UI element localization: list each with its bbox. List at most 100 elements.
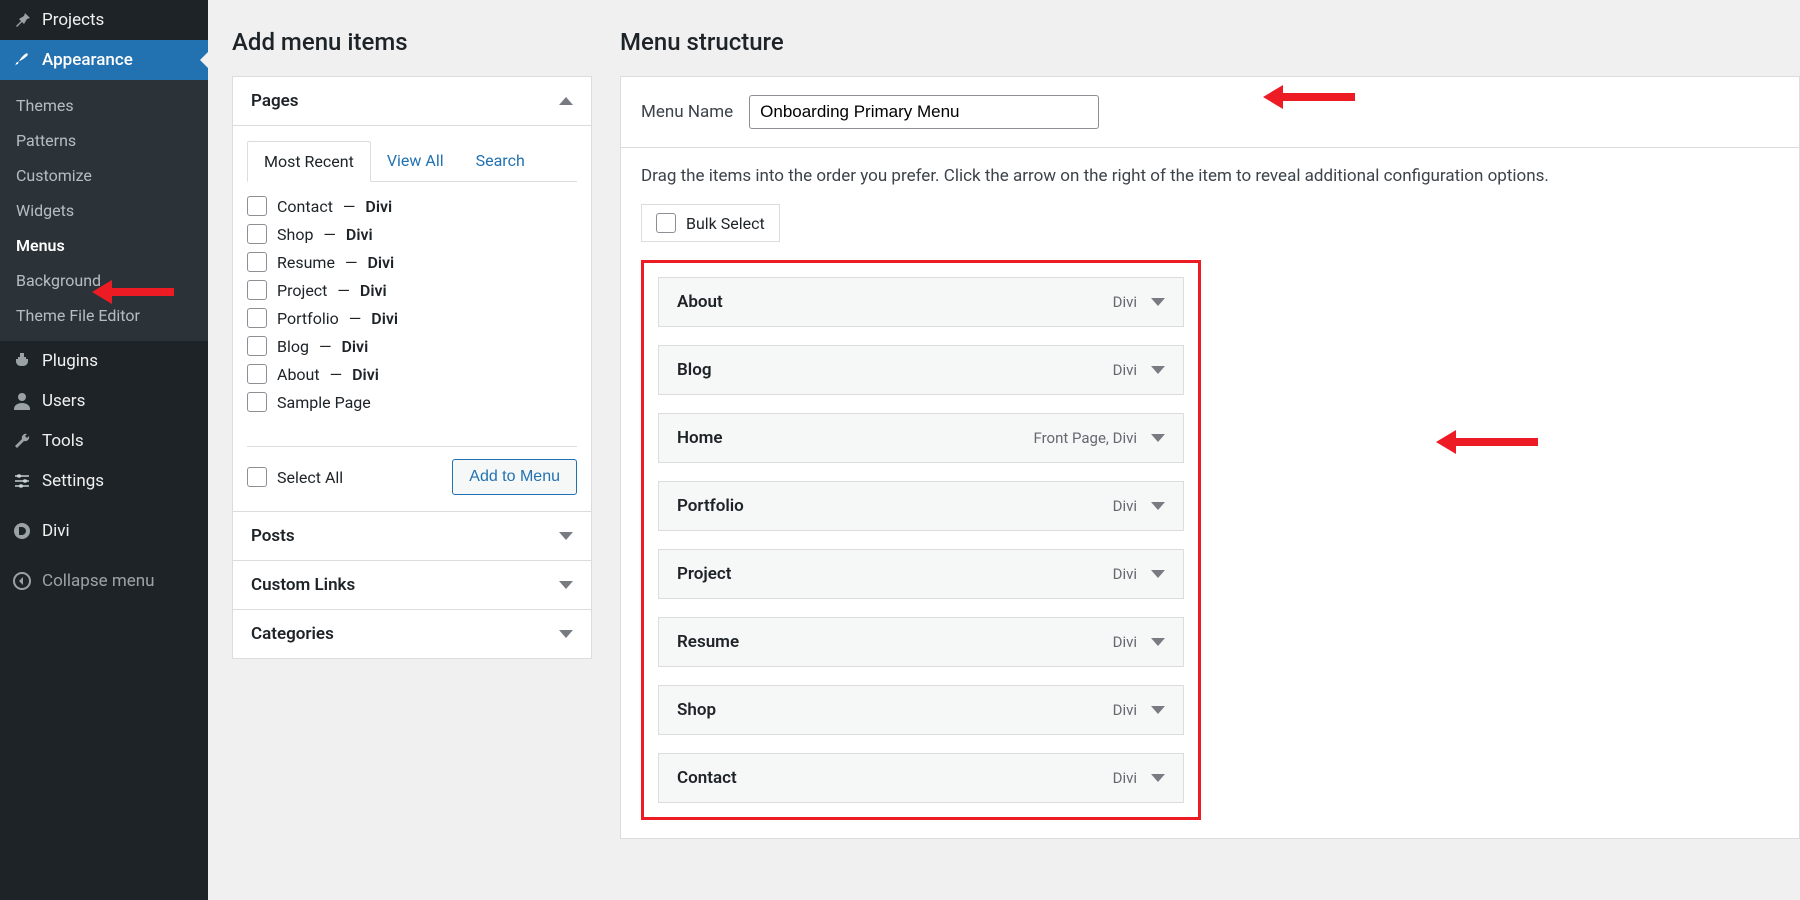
page-item-name: Contact bbox=[277, 197, 333, 216]
page-item-suffix: Divi bbox=[352, 365, 379, 384]
sidebar-item-background[interactable]: Background bbox=[0, 263, 208, 298]
menu-item-row[interactable]: ProjectDivi bbox=[658, 549, 1184, 599]
page-item-suffix: Divi bbox=[367, 253, 394, 272]
page-item-suffix: Divi bbox=[365, 197, 392, 216]
page-item-name: Shop bbox=[277, 225, 313, 244]
sidebar-item-label: Divi bbox=[42, 521, 70, 541]
sidebar-item-menus[interactable]: Menus bbox=[0, 228, 208, 263]
bulk-select-label: Bulk Select bbox=[686, 214, 765, 233]
menu-item-row[interactable]: ResumeDivi bbox=[658, 617, 1184, 667]
page-checklist-item[interactable]: Contact — Divi bbox=[247, 192, 571, 220]
page-checklist-item[interactable]: Shop — Divi bbox=[247, 220, 571, 248]
sidebar-item-customize[interactable]: Customize bbox=[0, 158, 208, 193]
page-checkbox[interactable] bbox=[247, 336, 267, 356]
sidebar-item-divi[interactable]: Divi bbox=[0, 511, 208, 551]
sidebar-item-theme-file-editor[interactable]: Theme File Editor bbox=[0, 298, 208, 333]
main-content: Add menu items Pages Most Recent View Al… bbox=[208, 0, 1800, 900]
expand-menu-item-icon[interactable] bbox=[1151, 298, 1165, 306]
page-item-name: Resume bbox=[277, 253, 335, 272]
page-checkbox[interactable] bbox=[247, 196, 267, 216]
page-checkbox[interactable] bbox=[247, 252, 267, 272]
page-checklist-item[interactable]: About — Divi bbox=[247, 360, 571, 388]
sidebar-item-label: Appearance bbox=[42, 50, 133, 70]
page-checkbox[interactable] bbox=[247, 280, 267, 300]
page-checkbox[interactable] bbox=[247, 392, 267, 412]
sidebar-item-tools[interactable]: Tools bbox=[0, 421, 208, 461]
menu-structure-panel: Menu Name Drag the items into the order … bbox=[620, 76, 1800, 839]
sidebar-item-widgets[interactable]: Widgets bbox=[0, 193, 208, 228]
menu-item-type: Divi bbox=[1113, 361, 1137, 379]
add-menu-items-column: Add menu items Pages Most Recent View Al… bbox=[232, 18, 592, 900]
expand-menu-item-icon[interactable] bbox=[1151, 638, 1165, 646]
collapse-menu-button[interactable]: Collapse menu bbox=[0, 561, 208, 601]
sidebar-item-themes[interactable]: Themes bbox=[0, 88, 208, 123]
page-checkbox[interactable] bbox=[247, 308, 267, 328]
chevron-down-icon bbox=[559, 532, 573, 540]
metabox-categories-toggle[interactable]: Categories bbox=[233, 610, 591, 658]
sidebar-item-label: Users bbox=[42, 391, 85, 411]
metabox-title: Custom Links bbox=[251, 575, 355, 595]
sidebar-item-plugins[interactable]: Plugins bbox=[0, 341, 208, 381]
page-item-name: Blog bbox=[277, 337, 309, 356]
sidebar-item-settings[interactable]: Settings bbox=[0, 461, 208, 501]
menu-item-row[interactable]: HomeFront Page, Divi bbox=[658, 413, 1184, 463]
sidebar-item-label: Projects bbox=[42, 10, 104, 30]
expand-menu-item-icon[interactable] bbox=[1151, 774, 1165, 782]
metabox-pages-toggle[interactable]: Pages bbox=[233, 77, 591, 126]
page-checklist-item[interactable]: Sample Page bbox=[247, 388, 571, 416]
collapse-menu-label: Collapse menu bbox=[42, 571, 155, 591]
select-all-checkbox[interactable] bbox=[247, 467, 267, 487]
menu-item-title: Resume bbox=[677, 632, 739, 652]
expand-menu-item-icon[interactable] bbox=[1151, 366, 1165, 374]
page-checklist-item[interactable]: Resume — Divi bbox=[247, 248, 571, 276]
page-checklist-item[interactable]: Portfolio — Divi bbox=[247, 304, 571, 332]
metabox-custom-links: Custom Links bbox=[232, 560, 592, 610]
menu-item-row[interactable]: ContactDivi bbox=[658, 753, 1184, 803]
menu-item-row[interactable]: ShopDivi bbox=[658, 685, 1184, 735]
menu-item-title: Contact bbox=[677, 768, 737, 788]
page-item-suffix: Divi bbox=[346, 225, 373, 244]
metabox-posts-toggle[interactable]: Posts bbox=[233, 512, 591, 560]
expand-menu-item-icon[interactable] bbox=[1151, 706, 1165, 714]
page-checklist-item[interactable]: Project — Divi bbox=[247, 276, 571, 304]
wrench-icon bbox=[12, 431, 32, 451]
pages-checklist[interactable]: Contact — DiviShop — DiviResume — DiviPr… bbox=[247, 192, 577, 432]
menu-item-type: Divi bbox=[1113, 497, 1137, 515]
sidebar-item-label: Settings bbox=[42, 471, 104, 491]
page-checkbox[interactable] bbox=[247, 364, 267, 384]
sidebar-item-label: Plugins bbox=[42, 351, 98, 371]
sidebar-item-projects[interactable]: Projects bbox=[0, 0, 208, 40]
expand-menu-item-icon[interactable] bbox=[1151, 502, 1165, 510]
menu-item-type: Front Page, Divi bbox=[1034, 429, 1138, 447]
bulk-select-checkbox[interactable] bbox=[656, 213, 676, 233]
menu-name-input[interactable] bbox=[749, 95, 1099, 129]
admin-sidebar: Projects Appearance Themes Patterns Cust… bbox=[0, 0, 208, 900]
tab-most-recent[interactable]: Most Recent bbox=[247, 141, 371, 182]
tab-view-all[interactable]: View All bbox=[371, 141, 460, 182]
sidebar-item-patterns[interactable]: Patterns bbox=[0, 123, 208, 158]
sidebar-item-appearance[interactable]: Appearance bbox=[0, 40, 208, 80]
page-checklist-item[interactable]: Blog — Divi bbox=[247, 332, 571, 360]
menu-items-list: About Divi Blog Divi HomeFront Page, Divi Por… bbox=[641, 260, 1201, 820]
select-all-pages[interactable]: Select All bbox=[247, 467, 343, 487]
menu-item-row[interactable]: Blog Divi bbox=[658, 345, 1184, 395]
sidebar-item-users[interactable]: Users bbox=[0, 381, 208, 421]
expand-menu-item-icon[interactable] bbox=[1151, 570, 1165, 578]
menu-item-title: About bbox=[677, 292, 723, 312]
menu-item-title: Blog bbox=[677, 360, 712, 380]
page-checkbox[interactable] bbox=[247, 224, 267, 244]
menu-item-type: Divi bbox=[1113, 293, 1137, 311]
expand-menu-item-icon[interactable] bbox=[1151, 434, 1165, 442]
metabox-custom-links-toggle[interactable]: Custom Links bbox=[233, 561, 591, 609]
menu-structure-hint: Drag the items into the order you prefer… bbox=[641, 166, 1779, 186]
bulk-select-button[interactable]: Bulk Select bbox=[641, 204, 780, 242]
pin-icon bbox=[12, 10, 32, 30]
page-item-name: About bbox=[277, 365, 320, 384]
chevron-down-icon bbox=[559, 630, 573, 638]
metabox-categories: Categories bbox=[232, 609, 592, 659]
tab-search[interactable]: Search bbox=[460, 141, 541, 182]
menu-item-row[interactable]: About Divi bbox=[658, 277, 1184, 327]
add-to-menu-button[interactable]: Add to Menu bbox=[452, 459, 577, 495]
menu-item-title: Portfolio bbox=[677, 496, 744, 516]
menu-item-row[interactable]: Portfolio Divi bbox=[658, 481, 1184, 531]
